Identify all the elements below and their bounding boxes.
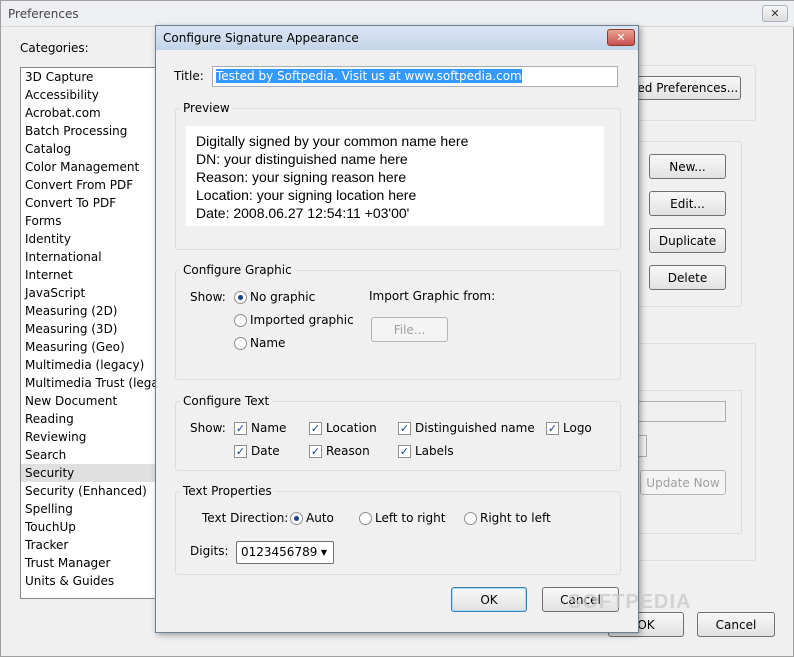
- configure-signature-dialog: Configure Signature Appearance ✕ Title: …: [155, 25, 639, 633]
- preview-legend: Preview: [180, 101, 233, 115]
- dialog-ok-button[interactable]: OK: [451, 587, 527, 612]
- category-item[interactable]: Forms: [21, 212, 156, 230]
- reason-checkbox[interactable]: ✓: [309, 445, 322, 458]
- category-item[interactable]: Acrobat.com: [21, 104, 156, 122]
- dialog-titlebar: Configure Signature Appearance ✕: [156, 26, 638, 50]
- categories-label: Categories:: [20, 41, 89, 55]
- date-checkbox[interactable]: ✓: [234, 445, 247, 458]
- category-item[interactable]: Measuring (3D): [21, 320, 156, 338]
- location-checkbox-label: Location: [326, 421, 377, 435]
- labels-checkbox-label: Labels: [415, 444, 454, 458]
- title-input-value: Tested by Softpedia. Visit us at www.sof…: [216, 69, 522, 83]
- configure-text-group: [175, 401, 621, 471]
- category-item[interactable]: Search: [21, 446, 156, 464]
- preview-line: Date: 2008.06.27 12:54:11 +03'00': [196, 205, 410, 221]
- category-item[interactable]: Catalog: [21, 140, 156, 158]
- direction-auto-radio[interactable]: [290, 512, 303, 525]
- no-graphic-label: No graphic: [250, 290, 316, 304]
- digits-select-value: 0123456789: [241, 545, 318, 559]
- title-label: Title:: [174, 69, 204, 83]
- text-show-label: Show:: [190, 421, 226, 435]
- dialog-close-icon[interactable]: ✕: [607, 29, 635, 46]
- preview-line: DN: your distinguished name here: [196, 151, 408, 167]
- configure-text-legend: Configure Text: [180, 394, 273, 408]
- category-item[interactable]: Reading: [21, 410, 156, 428]
- text-direction-label: Text Direction:: [202, 511, 289, 525]
- name-graphic-label: Name: [250, 336, 286, 350]
- category-item[interactable]: Security: [21, 464, 156, 482]
- category-item[interactable]: Internet: [21, 266, 156, 284]
- name-graphic-radio[interactable]: [234, 337, 247, 350]
- category-item[interactable]: Accessibility: [21, 86, 156, 104]
- preferences-title: Preferences: [8, 7, 79, 21]
- import-graphic-label: Import Graphic from:: [369, 289, 496, 303]
- duplicate-button[interactable]: Duplicate: [649, 228, 726, 253]
- category-item[interactable]: Tracker: [21, 536, 156, 554]
- category-item[interactable]: Measuring (2D): [21, 302, 156, 320]
- preview-line: Digitally signed by your common name her…: [196, 133, 469, 149]
- category-item[interactable]: 3D Capture: [21, 68, 156, 86]
- category-item[interactable]: Units & Guides: [21, 572, 156, 590]
- logo-checkbox-label: Logo: [563, 421, 592, 435]
- category-item[interactable]: Color Management: [21, 158, 156, 176]
- preferences-titlebar: Preferences ✕: [1, 1, 794, 27]
- delete-button[interactable]: Delete: [649, 265, 726, 290]
- reason-checkbox-label: Reason: [326, 444, 370, 458]
- configure-graphic-legend: Configure Graphic: [180, 263, 295, 277]
- category-item[interactable]: Multimedia Trust (legacy): [21, 374, 156, 392]
- category-item[interactable]: Trust Manager: [21, 554, 156, 572]
- preferences-cancel-button[interactable]: Cancel: [697, 612, 775, 637]
- category-item[interactable]: Convert From PDF: [21, 176, 156, 194]
- category-item[interactable]: Spelling: [21, 500, 156, 518]
- distinguished-name-checkbox-label: Distinguished name: [415, 421, 535, 435]
- chevron-down-icon: ▼: [320, 548, 328, 557]
- advanced-preferences-button[interactable]: ced Preferences...: [628, 76, 741, 100]
- title-input[interactable]: Tested by Softpedia. Visit us at www.sof…: [212, 66, 618, 87]
- location-checkbox[interactable]: ✓: [309, 422, 322, 435]
- category-item[interactable]: TouchUp: [21, 518, 156, 536]
- imported-graphic-label: Imported graphic: [250, 313, 354, 327]
- direction-rtl-label: Right to left: [480, 511, 551, 525]
- direction-ltr-radio[interactable]: [359, 512, 372, 525]
- preferences-close-icon[interactable]: ✕: [762, 5, 788, 22]
- name-checkbox[interactable]: ✓: [234, 422, 247, 435]
- distinguished-name-checkbox[interactable]: ✓: [398, 422, 411, 435]
- category-item[interactable]: Multimedia (legacy): [21, 356, 156, 374]
- name-checkbox-label: Name: [251, 421, 287, 435]
- preview-line: Location: your signing location here: [196, 187, 417, 203]
- edit-button[interactable]: Edit...: [649, 191, 726, 216]
- preview-line: Reason: your signing reason here: [196, 169, 407, 185]
- no-graphic-radio[interactable]: [234, 291, 247, 304]
- direction-ltr-label: Left to right: [375, 511, 446, 525]
- category-item[interactable]: Batch Processing: [21, 122, 156, 140]
- graphic-show-label: Show:: [190, 290, 226, 304]
- file-button[interactable]: File...: [371, 317, 448, 342]
- update-now-button[interactable]: Update Now: [640, 470, 726, 495]
- logo-checkbox[interactable]: ✓: [546, 422, 559, 435]
- categories-list[interactable]: 3D Capture Accessibility Acrobat.com Batch …: [20, 67, 157, 599]
- new-button[interactable]: New...: [649, 154, 726, 179]
- category-item[interactable]: Reviewing: [21, 428, 156, 446]
- direction-auto-label: Auto: [306, 511, 334, 525]
- category-item[interactable]: Measuring (Geo): [21, 338, 156, 356]
- dialog-title: Configure Signature Appearance: [163, 31, 359, 45]
- signature-preview: Digitally signed by your common name her…: [186, 126, 604, 226]
- labels-checkbox[interactable]: ✓: [398, 445, 411, 458]
- digits-select[interactable]: 0123456789 ▼: [236, 541, 334, 564]
- category-item[interactable]: JavaScript: [21, 284, 156, 302]
- category-item[interactable]: International: [21, 248, 156, 266]
- date-checkbox-label: Date: [251, 444, 280, 458]
- imported-graphic-radio[interactable]: [234, 314, 247, 327]
- category-item[interactable]: New Document: [21, 392, 156, 410]
- category-item[interactable]: Security (Enhanced): [21, 482, 156, 500]
- category-item[interactable]: Identity: [21, 230, 156, 248]
- category-item[interactable]: Convert To PDF: [21, 194, 156, 212]
- digits-label: Digits:: [190, 544, 229, 558]
- softpedia-watermark: SOFTPEDIA: [568, 591, 692, 613]
- direction-rtl-radio[interactable]: [464, 512, 477, 525]
- text-properties-legend: Text Properties: [180, 484, 275, 498]
